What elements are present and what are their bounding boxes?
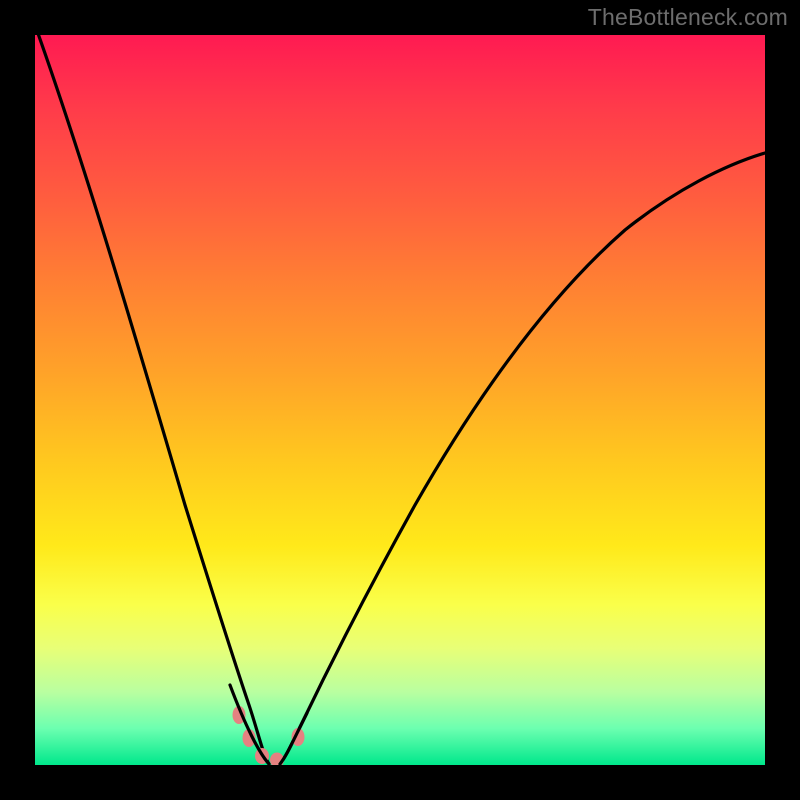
chart-frame: TheBottleneck.com <box>0 0 800 800</box>
plot-area <box>35 35 765 765</box>
watermark-text: TheBottleneck.com <box>588 4 788 31</box>
curve-svg <box>35 35 765 765</box>
left-curve <box>35 35 269 764</box>
right-curve <box>280 153 765 764</box>
